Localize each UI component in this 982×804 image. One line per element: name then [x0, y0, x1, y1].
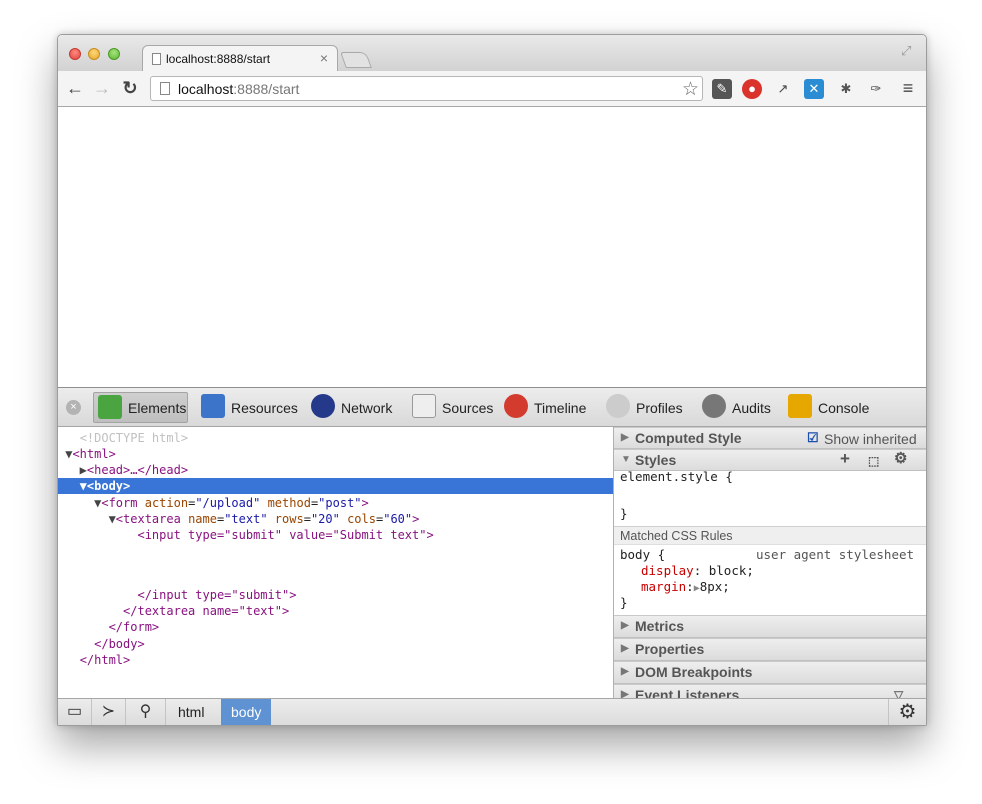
- dom-node-input-close[interactable]: </input type="submit">: [58, 587, 613, 603]
- tab-timeline[interactable]: Timeline: [504, 392, 599, 423]
- dom-node-doctype[interactable]: <!DOCTYPE html>: [58, 430, 613, 446]
- browser-window: localhost:8888/start × ⤢ ← → ↻ localhost…: [57, 34, 927, 726]
- window-close-button[interactable]: [69, 48, 81, 60]
- url-text: localhost:8888/start: [178, 81, 300, 97]
- forward-button[interactable]: →: [92, 78, 112, 98]
- event-listeners-pane-title[interactable]: ▶ Event Listeners ▽: [614, 684, 926, 698]
- metrics-pane-title[interactable]: ▶ Metrics: [614, 615, 926, 638]
- title-bar: localhost:8888/start × ⤢: [58, 35, 926, 72]
- evernote-extension-icon[interactable]: ✎: [712, 79, 732, 99]
- expand-triangle-icon: ▶: [621, 666, 629, 677]
- tab-network[interactable]: Network: [311, 392, 401, 423]
- expand-triangle-icon: ▶: [621, 643, 629, 654]
- collapse-triangle-icon: ▼: [621, 454, 631, 465]
- dom-node-html-close[interactable]: </html>: [58, 652, 613, 668]
- filter-icon[interactable]: ▽: [894, 685, 903, 698]
- dom-node-body[interactable]: ▼<body>: [58, 478, 613, 494]
- wrench-icon[interactable]: ✑: [866, 79, 886, 99]
- breadcrumb-html[interactable]: html: [168, 699, 214, 725]
- styles-settings-gear-icon[interactable]: ⚙: [894, 449, 907, 469]
- page-content: [58, 107, 926, 387]
- x-extension-icon[interactable]: ✕: [804, 79, 824, 99]
- sources-icon: [412, 394, 436, 418]
- tab-sources[interactable]: Sources: [412, 392, 502, 423]
- page-icon: [160, 82, 170, 95]
- add-rule-icon[interactable]: +: [840, 449, 850, 469]
- resources-icon: [201, 394, 225, 418]
- pointer-extension-icon[interactable]: ↗: [773, 79, 793, 99]
- network-icon: [311, 394, 335, 418]
- tab-title: localhost:8888/start: [166, 52, 271, 66]
- devtools-close-icon[interactable]: ×: [66, 400, 81, 415]
- back-button[interactable]: ←: [65, 78, 85, 98]
- expand-triangle-icon: ▶: [621, 689, 629, 698]
- browser-tab[interactable]: localhost:8888/start ×: [142, 45, 338, 72]
- audits-icon: [702, 394, 726, 418]
- window-minimize-button[interactable]: [88, 48, 100, 60]
- styles-pane-title[interactable]: ▼ Styles + ⬚ ⚙: [614, 449, 926, 471]
- reload-button[interactable]: ↻: [120, 78, 140, 98]
- devtools-toolbar: × Elements Resources Network Sources Tim…: [58, 387, 926, 427]
- styles-sidebar: ▶ Computed Style ☑ Show inherited ▼ Styl…: [614, 427, 926, 698]
- settings-gear-icon[interactable]: ⚙: [888, 699, 926, 725]
- dom-node-textarea-close[interactable]: </textarea name="text">: [58, 603, 613, 619]
- bookmark-star-icon[interactable]: ☆: [682, 78, 699, 101]
- browser-toolbar: ← → ↻ localhost:8888/start ☆ ✎ ● ↗ ✕ ✱ ✑…: [58, 71, 926, 107]
- element-style-close: }: [620, 506, 628, 521]
- computed-style-pane-title[interactable]: ▶ Computed Style ☑ Show inherited: [614, 427, 926, 449]
- bug-extension-icon[interactable]: ✱: [836, 79, 856, 99]
- tab-audits[interactable]: Audits: [702, 392, 782, 423]
- dom-node-html[interactable]: ▼<html>: [58, 446, 613, 462]
- adblock-extension-icon[interactable]: ●: [742, 79, 762, 99]
- dom-node-form-close[interactable]: </form>: [58, 619, 613, 635]
- margin-declaration[interactable]: margin:▶8px;: [641, 579, 730, 597]
- display-declaration[interactable]: display: block;: [641, 563, 754, 579]
- menu-icon[interactable]: ≡: [898, 78, 918, 98]
- show-inherited-label: Show inherited: [824, 431, 917, 447]
- matched-css-rules-header: Matched CSS Rules: [614, 526, 926, 545]
- expand-triangle-icon: ▶: [621, 620, 629, 631]
- timeline-icon: [504, 394, 528, 418]
- dom-node-body-close[interactable]: </body>: [58, 636, 613, 652]
- window-zoom-button[interactable]: [108, 48, 120, 60]
- show-console-icon[interactable]: ≻: [92, 699, 126, 725]
- dock-toggle-icon[interactable]: ▭: [58, 699, 92, 725]
- tab-close-icon[interactable]: ×: [320, 50, 328, 66]
- profiles-icon: [606, 394, 630, 418]
- fullscreen-icon[interactable]: ⤢: [901, 44, 915, 58]
- dom-tree: <!DOCTYPE html> ▼<html> ▶<head>…</head> …: [58, 427, 614, 698]
- address-bar[interactable]: localhost:8888/start ☆: [150, 76, 703, 101]
- properties-pane-title[interactable]: ▶ Properties: [614, 638, 926, 661]
- new-tab-button[interactable]: [340, 52, 372, 68]
- body-rule-close: }: [620, 595, 628, 610]
- dom-node-input[interactable]: <input type="submit" value="Submit text"…: [58, 527, 613, 543]
- dom-node-form[interactable]: ▼<form action="/upload" method="post">: [58, 495, 613, 511]
- elements-icon: [98, 395, 122, 419]
- show-inherited-checkbox[interactable]: ☑: [807, 428, 819, 448]
- element-state-icon[interactable]: ⬚: [868, 451, 879, 471]
- page-icon: [152, 53, 161, 65]
- expand-triangle-icon: ▶: [621, 432, 629, 443]
- devtools-status-bar: ▭ ≻ ⚲ html body ⚙: [58, 698, 926, 725]
- search-icon[interactable]: ⚲: [126, 699, 166, 725]
- body-rule-selector[interactable]: body {: [620, 547, 665, 563]
- tab-profiles[interactable]: Profiles: [606, 392, 696, 423]
- console-icon: [788, 394, 812, 418]
- dom-node-head[interactable]: ▶<head>…</head>: [58, 462, 613, 478]
- element-style-rule[interactable]: element.style {: [620, 469, 733, 485]
- breadcrumb-body[interactable]: body: [221, 699, 272, 725]
- tab-resources[interactable]: Resources: [201, 392, 301, 423]
- tab-elements[interactable]: Elements: [93, 392, 188, 423]
- user-agent-stylesheet-label: user agent stylesheet: [756, 547, 915, 562]
- tab-console[interactable]: Console: [788, 392, 878, 423]
- dom-breakpoints-pane-title[interactable]: ▶ DOM Breakpoints: [614, 661, 926, 684]
- dom-node-textarea[interactable]: ▼<textarea name="text" rows="20" cols="6…: [58, 511, 613, 527]
